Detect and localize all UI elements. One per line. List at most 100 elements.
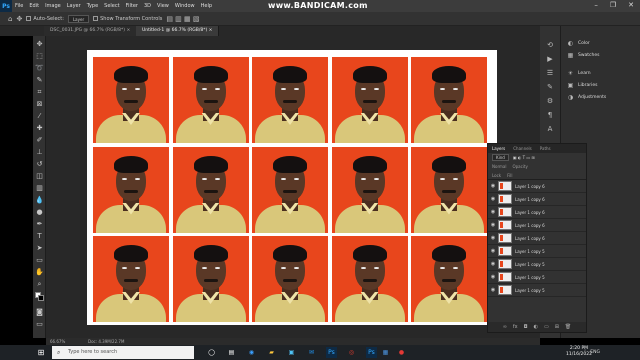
- trash-icon[interactable]: 🗑: [565, 324, 571, 330]
- background-color-icon[interactable]: [38, 295, 44, 301]
- menu-layer[interactable]: Layer: [64, 3, 84, 9]
- adjustment-layer-icon[interactable]: ◐: [534, 324, 538, 330]
- visibility-eye-icon[interactable]: ◉: [488, 248, 498, 254]
- edge-icon[interactable]: ◉: [246, 347, 257, 358]
- path-select-tool-icon[interactable]: ➤: [35, 244, 44, 253]
- panel-libraries[interactable]: ▣ Libraries: [567, 82, 598, 89]
- type-tool-icon[interactable]: T: [35, 232, 44, 241]
- close-button[interactable]: ✕: [628, 1, 634, 9]
- visibility-eye-icon[interactable]: ◉: [488, 274, 498, 280]
- adjust-icon[interactable]: ⚙: [545, 96, 555, 106]
- menu-filter[interactable]: Filter: [123, 3, 141, 9]
- zoom-tool-icon[interactable]: ⌕: [35, 280, 44, 289]
- layer-row[interactable]: ◉ Layer 1 copy 5: [488, 271, 586, 284]
- blur-tool-icon[interactable]: 💧: [35, 196, 44, 205]
- gradient-tool-icon[interactable]: ▥: [35, 184, 44, 193]
- clock[interactable]: 2:20 PM 11/16/2022: [562, 346, 596, 358]
- menu-type[interactable]: Type: [84, 3, 101, 9]
- menu-view[interactable]: View: [154, 3, 172, 9]
- tab-untitled-1[interactable]: Untitled-1 @ 66.7% (RGB/8*) ×: [136, 26, 220, 36]
- layer-row[interactable]: ◉ Layer 1 copy 5: [488, 284, 586, 297]
- photoshop-taskbar-icon-2[interactable]: Ps: [366, 347, 377, 358]
- home-icon[interactable]: ⌂: [8, 15, 12, 23]
- shape-tool-icon[interactable]: ▭: [35, 256, 44, 265]
- menu-edit[interactable]: Edit: [26, 3, 42, 9]
- document-canvas[interactable]: [87, 50, 497, 325]
- visibility-eye-icon[interactable]: ◉: [488, 261, 498, 267]
- bandicam-record-icon[interactable]: ●: [396, 347, 407, 358]
- panel-learn[interactable]: ☀ Learn: [567, 70, 591, 77]
- visibility-eye-icon[interactable]: ◉: [488, 209, 498, 215]
- fill-control[interactable]: Fill: [507, 173, 512, 178]
- tab-paths[interactable]: Paths: [540, 146, 551, 151]
- visibility-eye-icon[interactable]: ◉: [488, 196, 498, 202]
- menu-help[interactable]: Help: [198, 3, 215, 9]
- lock-controls[interactable]: Lock: [492, 173, 501, 178]
- layer-row[interactable]: ◉ Layer 1 copy 5: [488, 258, 586, 271]
- frame-tool-icon[interactable]: ⊠: [35, 100, 44, 109]
- mail-icon[interactable]: ✉: [306, 347, 317, 358]
- panel-color[interactable]: ◐ Color: [567, 40, 590, 47]
- transform-controls-checkbox[interactable]: Show Transform Controls: [93, 15, 162, 22]
- crop-tool-icon[interactable]: ⌗: [35, 88, 44, 97]
- store-icon[interactable]: ▣: [286, 347, 297, 358]
- layer-row[interactable]: ◉ Layer 1 copy 6: [488, 193, 586, 206]
- color-swatches[interactable]: [35, 292, 44, 301]
- panel-adjustments[interactable]: ◑ Adjustments: [567, 94, 606, 101]
- menu-file[interactable]: File: [12, 3, 26, 9]
- play-icon[interactable]: ▶: [545, 54, 555, 64]
- history-brush-tool-icon[interactable]: ↺: [35, 160, 44, 169]
- layer-row[interactable]: ◉ Layer 1 copy 6: [488, 180, 586, 193]
- lasso-tool-icon[interactable]: ➰: [35, 64, 44, 73]
- move-tool-icon[interactable]: ✥: [16, 15, 22, 23]
- history-icon[interactable]: ⟲: [545, 40, 555, 50]
- tab-channels[interactable]: Channels: [513, 146, 532, 151]
- eraser-tool-icon[interactable]: ◫: [35, 172, 44, 181]
- maximize-button[interactable]: ❐: [610, 1, 616, 9]
- auto-select-dropdown[interactable]: Layer: [67, 14, 90, 23]
- dodge-tool-icon[interactable]: ●: [35, 208, 44, 217]
- paragraph-icon[interactable]: ¶: [545, 110, 555, 120]
- menu-3d[interactable]: 3D: [141, 3, 154, 9]
- visibility-eye-icon[interactable]: ◉: [488, 183, 498, 189]
- auto-select-checkbox[interactable]: Auto-Select:: [26, 15, 64, 22]
- pen-tool-icon[interactable]: ✒: [35, 220, 44, 229]
- panel-swatches[interactable]: ▦ Swatches: [567, 52, 600, 59]
- menu-select[interactable]: Select: [101, 3, 122, 9]
- opacity-control[interactable]: Opacity: [512, 164, 527, 169]
- marquee-tool-icon[interactable]: ⬚: [35, 52, 44, 61]
- photoshop-taskbar-icon[interactable]: Ps: [326, 347, 337, 358]
- tab-layers[interactable]: Layers: [492, 146, 505, 151]
- fx-icon[interactable]: fx: [513, 324, 518, 330]
- layer-row[interactable]: ◉ Layer 1 copy 6: [488, 206, 586, 219]
- taskbar-search[interactable]: ⌕ Type here to search: [52, 346, 194, 359]
- file-explorer-icon[interactable]: ▰: [266, 347, 277, 358]
- menu-image[interactable]: Image: [42, 3, 64, 9]
- menu-window[interactable]: Window: [172, 3, 198, 9]
- quick-mask-icon[interactable]: ◙: [35, 308, 44, 317]
- mask-icon[interactable]: ◘: [524, 324, 528, 330]
- clone-stamp-tool-icon[interactable]: ⊥: [35, 148, 44, 157]
- align-icons[interactable]: ▤ ▥ ▦ ▧: [166, 15, 199, 23]
- group-icon[interactable]: ▭: [544, 324, 549, 330]
- taskview-icon[interactable]: ▤: [226, 347, 237, 358]
- link-icon[interactable]: ∞: [503, 324, 507, 330]
- blend-mode-dropdown[interactable]: Normal: [492, 164, 506, 169]
- move-tool-icon[interactable]: ✥: [35, 40, 44, 49]
- layer-row[interactable]: ◉ Layer 1 copy 6: [488, 232, 586, 245]
- quick-select-tool-icon[interactable]: ✎: [35, 76, 44, 85]
- brush-tool-icon[interactable]: ✐: [35, 136, 44, 145]
- filter-icons[interactable]: ▣ ◐ T ▭ ⊞: [513, 155, 535, 160]
- properties-icon[interactable]: ☰: [545, 68, 555, 78]
- visibility-eye-icon[interactable]: ◉: [488, 222, 498, 228]
- layer-row[interactable]: ◉ Layer 1 copy 6: [488, 219, 586, 232]
- new-layer-icon[interactable]: ⊞: [555, 324, 559, 330]
- visibility-eye-icon[interactable]: ◉: [488, 235, 498, 241]
- brush-settings-icon[interactable]: ✎: [545, 82, 555, 92]
- hand-tool-icon[interactable]: ✋: [35, 268, 44, 277]
- minimize-button[interactable]: –: [594, 1, 598, 9]
- character-icon[interactable]: A: [545, 124, 555, 134]
- screen-mode-icon[interactable]: ▭: [35, 320, 44, 329]
- visibility-eye-icon[interactable]: ◉: [488, 287, 498, 293]
- app-blue-icon[interactable]: ▦: [380, 347, 391, 358]
